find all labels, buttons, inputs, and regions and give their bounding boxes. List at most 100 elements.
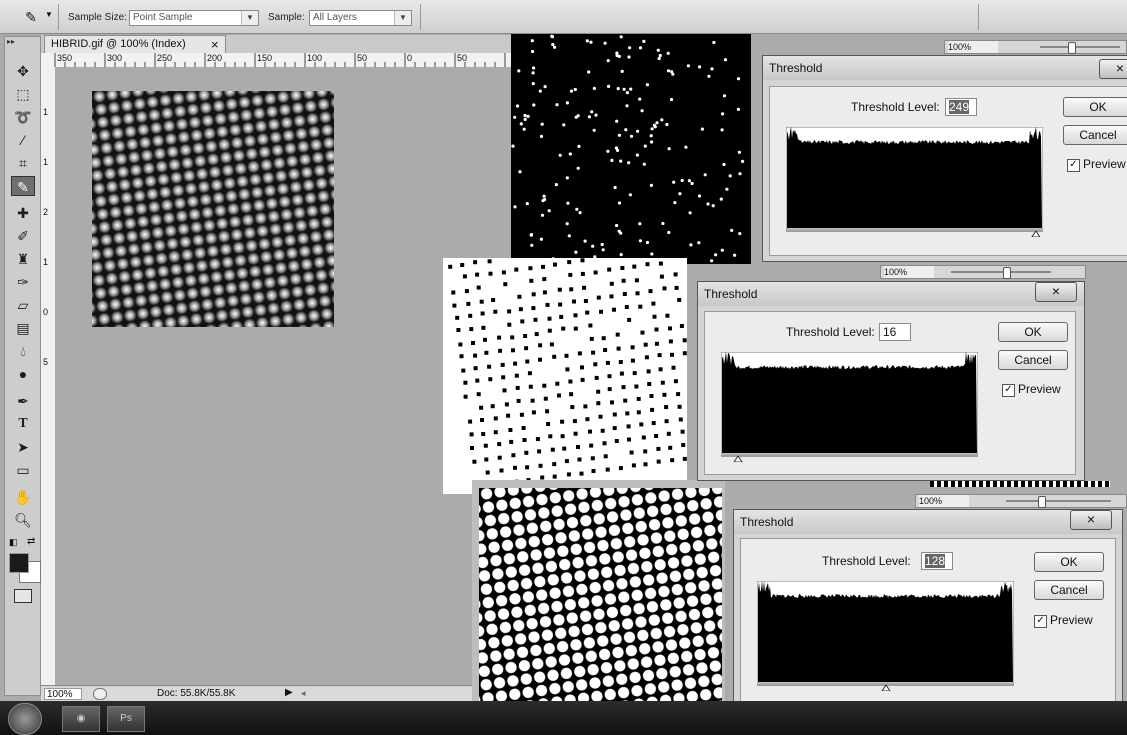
crop-tool-icon[interactable]: ⌗ xyxy=(11,153,35,173)
black-square xyxy=(607,267,612,272)
threshold-level-input[interactable]: 249 xyxy=(945,98,977,116)
windows-start-icon[interactable] xyxy=(8,703,42,735)
black-square xyxy=(573,313,578,318)
divider xyxy=(58,4,59,30)
black-square xyxy=(568,272,573,277)
cancel-button[interactable]: Cancel xyxy=(998,350,1068,370)
black-square xyxy=(508,428,513,432)
document-tab[interactable]: HIBRID.gif @ 100% (Index) × xyxy=(44,35,226,53)
default-colors-icon[interactable]: ◧ xyxy=(9,537,18,548)
marquee-tool-icon[interactable]: ⬚ xyxy=(11,84,35,104)
collapse-icon[interactable]: ▸▸ xyxy=(7,37,15,46)
threshold-slider[interactable] xyxy=(881,684,891,691)
healing-brush-tool-icon[interactable]: ✚ xyxy=(11,203,35,223)
threshold-result-249[interactable] xyxy=(511,34,751,264)
zoom-bar[interactable]: 100% xyxy=(944,40,1127,54)
white-dot xyxy=(532,66,536,70)
explorer-icon[interactable]: ◉ xyxy=(62,706,100,732)
zoom-tool-icon[interactable]: 🔍︎ xyxy=(11,510,35,530)
black-square xyxy=(538,357,542,362)
sample-select[interactable]: All Layers ▼ xyxy=(309,10,412,26)
scroll-left-icon[interactable]: ◂ xyxy=(301,688,306,699)
close-icon[interactable]: × xyxy=(1035,282,1077,302)
zoom-slider[interactable] xyxy=(1068,42,1076,54)
white-dot xyxy=(578,211,582,215)
threshold-result-16[interactable] xyxy=(443,258,687,494)
black-square xyxy=(576,445,580,449)
white-dot xyxy=(723,58,728,62)
zoom-slider[interactable] xyxy=(1038,496,1046,508)
preview-checkbox[interactable]: ✓ xyxy=(1002,384,1015,397)
lasso-tool-icon[interactable]: ➰ xyxy=(11,107,35,127)
black-square xyxy=(579,471,584,476)
sample-size-select[interactable]: Point Sample ▼ xyxy=(129,10,259,26)
status-info-icon[interactable] xyxy=(93,688,107,700)
history-brush-tool-icon[interactable]: ✑ xyxy=(11,272,35,292)
white-dot xyxy=(656,48,660,52)
gradient-tool-icon[interactable]: ▤ xyxy=(11,318,35,338)
black-square xyxy=(665,313,670,318)
threshold-level-input[interactable]: 16 xyxy=(879,323,911,341)
threshold-slider[interactable] xyxy=(733,455,743,462)
black-square xyxy=(662,286,667,291)
play-icon[interactable]: ▶ xyxy=(285,687,293,698)
eyedropper-icon[interactable]: ✎ xyxy=(20,7,42,27)
black-square xyxy=(654,434,659,438)
threshold-result-128[interactable] xyxy=(479,488,722,724)
black-square xyxy=(678,417,683,422)
black-square xyxy=(668,445,673,450)
eraser-tool-icon[interactable]: ▱ xyxy=(11,295,35,315)
close-icon[interactable]: × xyxy=(1099,59,1127,79)
sample-label: Sample: xyxy=(268,12,305,23)
black-square xyxy=(572,419,577,424)
black-square xyxy=(491,298,496,302)
chevron-down-icon[interactable]: ▼ xyxy=(45,10,53,19)
type-tool-icon[interactable]: T xyxy=(11,414,35,434)
quick-mask-icon[interactable] xyxy=(14,589,32,603)
photoshop-taskbar-button[interactable]: Ps xyxy=(107,706,145,732)
black-square xyxy=(452,303,457,308)
white-dot xyxy=(628,193,632,197)
zoom-bar[interactable]: 100% xyxy=(915,494,1127,508)
cancel-button[interactable]: Cancel xyxy=(1034,580,1104,600)
white-dot xyxy=(649,183,653,187)
black-square xyxy=(510,335,515,340)
black-square xyxy=(472,459,477,464)
move-tool-icon[interactable]: ✥ xyxy=(11,61,35,81)
black-square xyxy=(470,446,474,450)
zoom-slider[interactable] xyxy=(1003,267,1011,279)
dodge-tool-icon[interactable]: ● xyxy=(11,364,35,384)
blur-tool-icon[interactable]: 💧︎ xyxy=(11,341,35,361)
ok-button[interactable]: OK xyxy=(1063,97,1127,117)
cancel-button[interactable]: Cancel xyxy=(1063,125,1127,145)
brush-tool-icon[interactable]: ✐ xyxy=(11,226,35,246)
black-square xyxy=(614,439,619,443)
preview-checkbox[interactable]: ✓ xyxy=(1034,615,1047,628)
shape-tool-icon[interactable]: ▭ xyxy=(11,460,35,480)
black-square xyxy=(469,432,474,437)
source-image[interactable] xyxy=(92,91,334,327)
threshold-slider[interactable] xyxy=(1031,230,1041,237)
black-square xyxy=(561,326,566,331)
zoom-field[interactable]: 100% xyxy=(44,688,82,700)
ok-button[interactable]: OK xyxy=(1034,552,1104,572)
threshold-level-input[interactable]: 128 xyxy=(921,552,953,570)
clone-stamp-tool-icon[interactable]: ♜ xyxy=(11,249,35,269)
black-square xyxy=(605,467,610,472)
zoom-bar[interactable]: 100% xyxy=(880,265,1086,279)
swap-colors-icon[interactable]: ⇄ xyxy=(27,536,35,547)
hand-tool-icon[interactable]: ✋ xyxy=(11,487,35,507)
black-square xyxy=(516,398,521,403)
white-dot xyxy=(592,128,596,132)
close-icon[interactable]: × xyxy=(211,36,219,53)
close-icon[interactable]: × xyxy=(1070,510,1112,530)
pen-tool-icon[interactable]: ✒ xyxy=(11,391,35,411)
eyedropper-tool-icon[interactable]: ✎ xyxy=(11,176,35,196)
ok-button[interactable]: OK xyxy=(998,322,1068,342)
preview-checkbox[interactable]: ✓ xyxy=(1067,159,1080,172)
black-square xyxy=(542,277,547,282)
foreground-color-swatch[interactable] xyxy=(9,553,29,573)
magic-wand-tool-icon[interactable]: ⁄ xyxy=(11,130,35,150)
path-selection-tool-icon[interactable]: ➤ xyxy=(11,437,35,457)
white-dot xyxy=(660,118,664,122)
